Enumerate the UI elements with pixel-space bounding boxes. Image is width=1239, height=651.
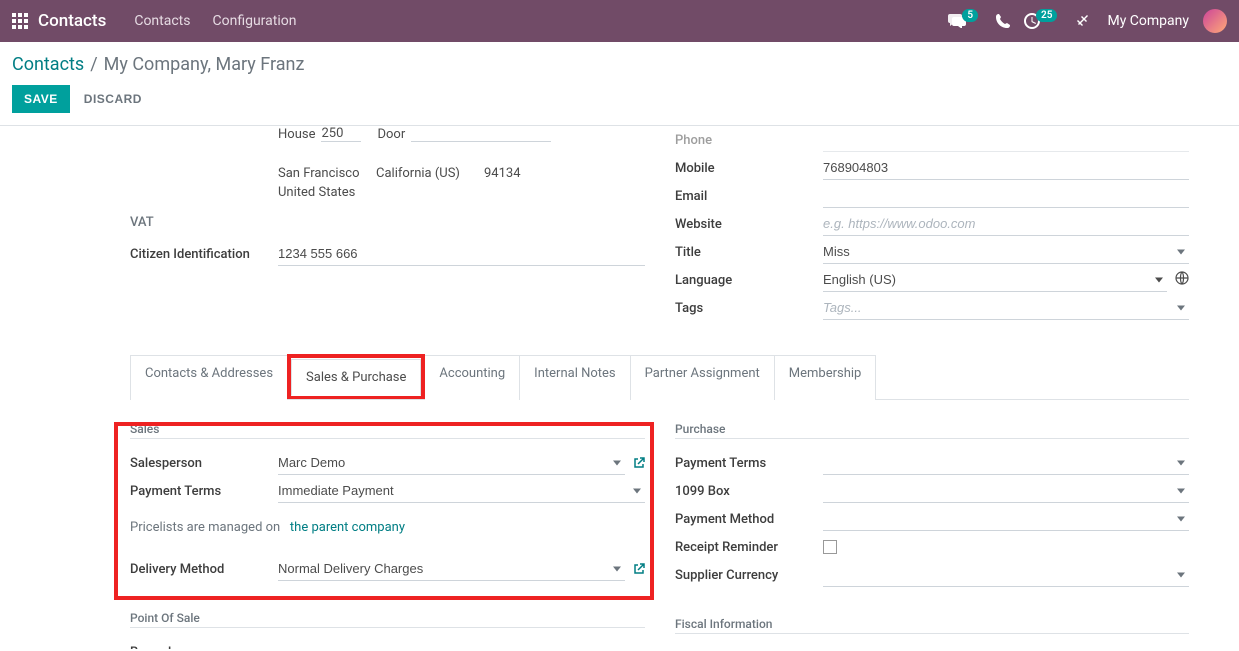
sales-payment-terms-input[interactable] [278, 479, 645, 502]
salesperson-input[interactable] [278, 451, 625, 474]
tab-internal-notes[interactable]: Internal Notes [519, 355, 629, 400]
state-input[interactable]: California (US) [376, 166, 476, 181]
tab-accounting[interactable]: Accounting [425, 355, 519, 400]
apps-icon[interactable] [12, 13, 28, 29]
nav-contacts[interactable]: Contacts [134, 13, 190, 29]
supplier-currency-input[interactable] [823, 563, 1189, 586]
chevron-down-icon[interactable] [1177, 305, 1185, 310]
breadcrumb-current: My Company, Mary Franz [104, 54, 305, 75]
fiscal-position-input[interactable] [823, 646, 1189, 649]
country-input[interactable]: United States [278, 185, 528, 200]
tags-label: Tags [675, 301, 823, 316]
tab-membership[interactable]: Membership [774, 355, 877, 400]
mobile-input[interactable] [823, 156, 1189, 179]
chevron-down-icon[interactable] [1177, 516, 1185, 521]
tab-sales-purchase[interactable]: Sales & Purchase [291, 359, 421, 396]
purchase-section-title: Purchase [675, 422, 1189, 439]
globe-icon[interactable] [1175, 271, 1189, 289]
1099-box-label: 1099 Box [675, 484, 823, 499]
activity-badge: 25 [1036, 9, 1057, 22]
tags-input[interactable] [823, 296, 1189, 319]
app-title[interactable]: Contacts [38, 11, 106, 31]
language-input[interactable] [823, 268, 1167, 291]
website-input[interactable] [823, 212, 1189, 235]
city-input[interactable]: San Francisco [278, 166, 368, 181]
avatar[interactable] [1203, 9, 1227, 33]
purchase-payment-terms-input[interactable] [823, 451, 1189, 474]
citizen-id-input[interactable] [278, 242, 645, 265]
payment-method-label: Payment Method [675, 512, 823, 527]
barcode-label: Barcode [130, 645, 278, 650]
zip-input[interactable]: 94134 [484, 166, 534, 181]
delivery-method-input[interactable] [278, 557, 625, 580]
pos-section-title: Point Of Sale [130, 611, 645, 628]
pricelist-note: Pricelists are managed on the parent com… [130, 520, 405, 535]
phone-input[interactable] [823, 128, 1189, 151]
email-label: Email [675, 189, 823, 204]
chevron-down-icon[interactable] [1177, 572, 1185, 577]
house-label: House [278, 127, 315, 142]
tab-contacts-addresses[interactable]: Contacts & Addresses [130, 355, 287, 400]
door-label: Door [377, 127, 405, 142]
delivery-method-label: Delivery Method [130, 562, 278, 577]
supplier-currency-label: Supplier Currency [675, 568, 823, 583]
house-input[interactable]: 250 [321, 126, 361, 142]
tabs: Contacts & Addresses Sales & Purchase Ac… [130, 354, 1189, 400]
chevron-down-icon[interactable] [633, 488, 641, 493]
sales-payment-terms-label: Payment Terms [130, 484, 278, 499]
nav-configuration[interactable]: Configuration [213, 13, 297, 29]
topbar: Contacts Contacts Configuration 5 25 My … [0, 0, 1239, 42]
debug-icon[interactable] [1075, 14, 1089, 28]
title-label: Title [675, 245, 823, 260]
vat-label: VAT [130, 215, 278, 230]
sales-section-title: Sales [130, 422, 645, 439]
systray: 5 25 My Company [948, 9, 1227, 33]
purchase-payment-terms-label: Payment Terms [675, 456, 823, 471]
door-input[interactable] [411, 126, 551, 142]
parent-company-link[interactable]: the parent company [290, 520, 405, 535]
chevron-down-icon[interactable] [613, 566, 621, 571]
mobile-label: Mobile [675, 161, 823, 176]
1099-box-input[interactable] [823, 479, 1189, 502]
highlight-tab: Sales & Purchase [287, 354, 425, 399]
form-scroll[interactable]: House 250 Door San Francisco California … [0, 126, 1239, 649]
external-link-icon[interactable] [633, 457, 645, 469]
messages-icon[interactable]: 5 [948, 14, 982, 28]
chevron-down-icon[interactable] [613, 460, 621, 465]
receipt-reminder-label: Receipt Reminder [675, 540, 823, 555]
website-label: Website [675, 217, 823, 232]
chevron-down-icon[interactable] [1177, 460, 1185, 465]
barcode-input[interactable] [278, 640, 645, 649]
chevron-down-icon[interactable] [1177, 249, 1185, 254]
receipt-reminder-checkbox[interactable] [823, 540, 837, 554]
fiscal-section-title: Fiscal Information [675, 617, 1189, 634]
save-button[interactable]: SAVE [12, 85, 70, 113]
messages-badge: 5 [962, 9, 978, 22]
company-switcher[interactable]: My Company [1107, 13, 1189, 29]
breadcrumb-root[interactable]: Contacts [12, 54, 84, 75]
activity-icon[interactable]: 25 [1024, 13, 1061, 29]
language-label: Language [675, 273, 823, 288]
phone-label: Phone [675, 133, 823, 148]
phone-icon[interactable] [996, 14, 1010, 28]
salesperson-label: Salesperson [130, 456, 278, 471]
email-input[interactable] [823, 184, 1189, 207]
discard-button[interactable]: DISCARD [84, 92, 142, 106]
breadcrumb-sep: / [90, 54, 97, 75]
payment-method-input[interactable] [823, 507, 1189, 530]
title-input[interactable] [823, 240, 1189, 263]
external-link-icon[interactable] [633, 563, 645, 575]
tab-partner-assignment[interactable]: Partner Assignment [630, 355, 774, 400]
chevron-down-icon[interactable] [1177, 488, 1185, 493]
chevron-down-icon[interactable] [1155, 277, 1163, 282]
citizen-id-label: Citizen Identification [130, 247, 278, 262]
breadcrumb: Contacts / My Company, Mary Franz [12, 54, 304, 85]
